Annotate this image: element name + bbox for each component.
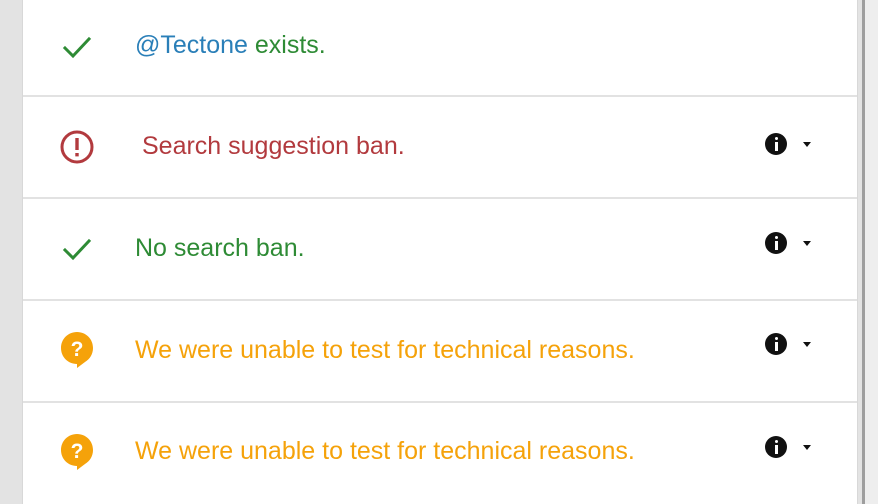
svg-text:?: ?	[71, 440, 84, 463]
svg-text:?: ?	[71, 338, 84, 361]
result-text: No search ban.	[135, 234, 305, 262]
scrollbar-track[interactable]	[862, 0, 878, 504]
result-row-unable-to-test: ? We were unable to test for technical r…	[23, 403, 857, 504]
question-bubble-icon: ?	[57, 330, 97, 370]
result-text: Search suggestion ban.	[142, 132, 405, 160]
info-dropdown[interactable]	[765, 435, 835, 459]
chevron-down-icon[interactable]	[803, 444, 811, 450]
info-dropdown[interactable]	[765, 231, 835, 255]
chevron-down-icon[interactable]	[803, 240, 811, 246]
info-icon[interactable]	[765, 436, 787, 458]
result-text: We were unable to test for technical rea…	[135, 437, 635, 465]
alert-circle-icon	[57, 127, 97, 167]
username-link[interactable]: @Tectone	[135, 31, 248, 59]
result-row-no-search-ban: No search ban.	[23, 199, 857, 301]
result-text-suffix: exists.	[247, 31, 326, 59]
info-dropdown[interactable]	[765, 132, 835, 156]
question-bubble-icon: ?	[57, 432, 97, 472]
result-row-suggestion-ban: Search suggestion ban.	[23, 97, 857, 199]
info-icon[interactable]	[765, 133, 787, 155]
chevron-down-icon[interactable]	[803, 141, 811, 147]
info-icon[interactable]	[765, 232, 787, 254]
result-text: We were unable to test for technical rea…	[135, 336, 635, 364]
info-icon[interactable]	[765, 333, 787, 355]
chevron-down-icon[interactable]	[803, 341, 811, 347]
result-row-account-exists: @Tectone exists.	[23, 0, 857, 97]
info-dropdown[interactable]	[765, 332, 835, 356]
checkmark-icon	[57, 27, 97, 67]
result-text: @Tectone exists.	[135, 30, 326, 60]
results-card: @Tectone exists. Search suggestion ban. …	[22, 0, 858, 504]
result-row-unable-to-test: ? We were unable to test for technical r…	[23, 301, 857, 403]
checkmark-icon	[57, 229, 97, 269]
